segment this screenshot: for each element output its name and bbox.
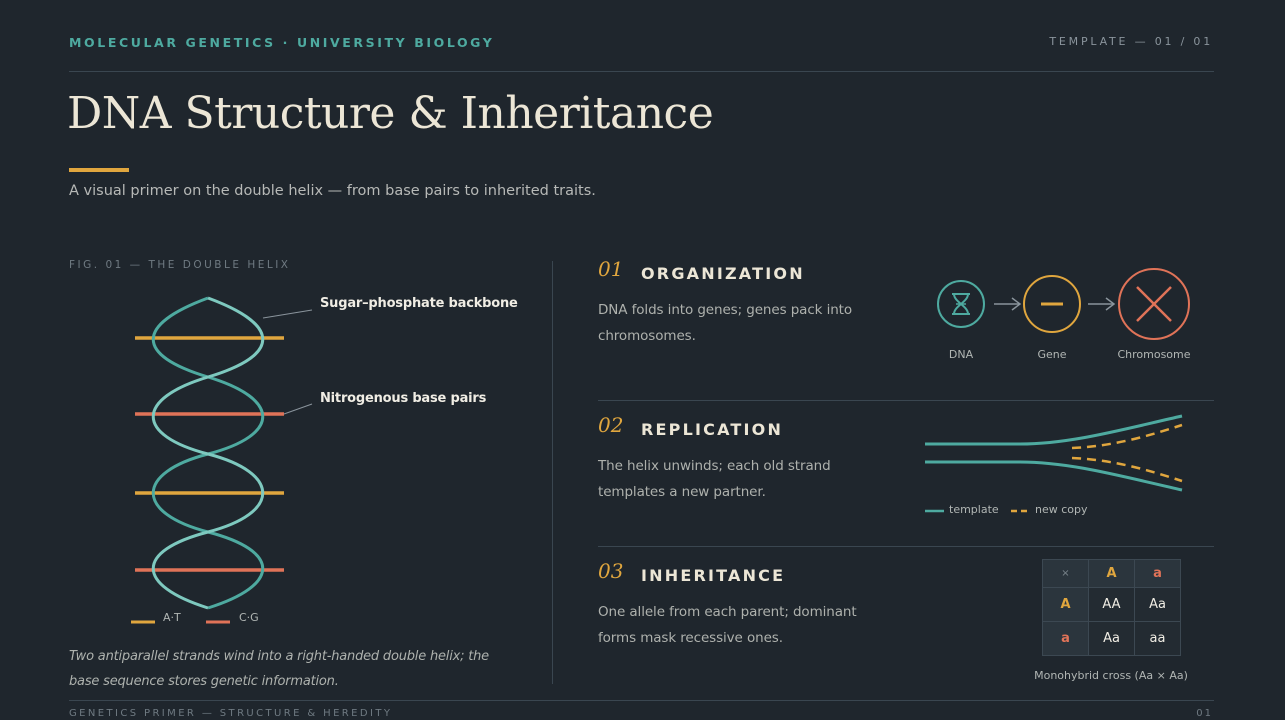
- double-helix-diagram: [131, 296, 313, 624]
- punnett-col-header: a: [1134, 559, 1181, 588]
- callout-backbone: Sugar–phosphate backbone: [320, 296, 518, 311]
- punnett-row-header: A: [1042, 587, 1089, 622]
- arrow-right-icon: [994, 297, 1022, 311]
- footer-rule: [69, 700, 1214, 701]
- section-title-inheritance: INHERITANCE: [641, 566, 786, 585]
- template-strand-bottom: [925, 460, 1183, 492]
- footer-title: GENETICS PRIMER — STRUCTURE & HEREDITY: [69, 708, 393, 719]
- figure-caption: Two antiparallel strands wind into a rig…: [69, 649, 489, 689]
- backbone-strand-b: [151, 296, 265, 610]
- section-number: 03: [598, 559, 624, 583]
- punnett-cell: aa: [1134, 621, 1181, 656]
- section-body-replication: The helix unwinds; each old strand templ…: [598, 458, 831, 500]
- callout-base-pairs: Nitrogenous base pairs: [320, 391, 487, 406]
- node-label-chromosome: Chromosome: [1117, 348, 1191, 361]
- section-title-organization: ORGANIZATION: [641, 264, 805, 283]
- legend-label-template: template: [949, 503, 999, 516]
- node-label-gene: Gene: [1037, 348, 1067, 361]
- punnett-corner: ×: [1042, 559, 1089, 588]
- punnett-cell: Aa: [1088, 621, 1135, 656]
- section-body-inheritance: One allele from each parent; dominant fo…: [598, 604, 857, 646]
- section-number: 01: [598, 257, 624, 281]
- callout-leader-backbone: [262, 309, 313, 319]
- section-rule: [598, 546, 1214, 547]
- punnett-cell: AA: [1088, 587, 1135, 622]
- node-label-dna: DNA: [948, 348, 974, 361]
- footer-page-number: 01: [1196, 708, 1213, 719]
- legend-label-cg: C·G: [239, 611, 259, 624]
- punnett-square: × A a A AA Aa a Aa aa: [1042, 559, 1181, 656]
- section-body-organization: DNA folds into genes; genes pack into ch…: [598, 302, 853, 344]
- column-divider: [552, 261, 553, 684]
- section-rule: [598, 400, 1214, 401]
- template-strand-top: [925, 414, 1183, 446]
- section-title-replication: REPLICATION: [641, 420, 784, 439]
- x-chromosome-icon: [1136, 286, 1172, 322]
- arrow-right-icon: [1088, 297, 1116, 311]
- legend-label-at: A·T: [163, 611, 181, 624]
- legend-label-new-copy: new copy: [1035, 503, 1088, 516]
- punnett-row-header: a: [1042, 621, 1089, 656]
- section-number: 02: [598, 413, 624, 437]
- punnett-caption: Monohybrid cross (Aa × Aa): [1034, 669, 1188, 682]
- punnett-cell: Aa: [1134, 587, 1181, 622]
- punnett-col-header: A: [1088, 559, 1135, 588]
- page-indicator: TEMPLATE — 01 / 01: [1049, 35, 1213, 48]
- hourglass-helix-icon: [952, 293, 970, 315]
- callout-leader-basepairs: [283, 403, 313, 415]
- organization-diagram: [937, 268, 1190, 340]
